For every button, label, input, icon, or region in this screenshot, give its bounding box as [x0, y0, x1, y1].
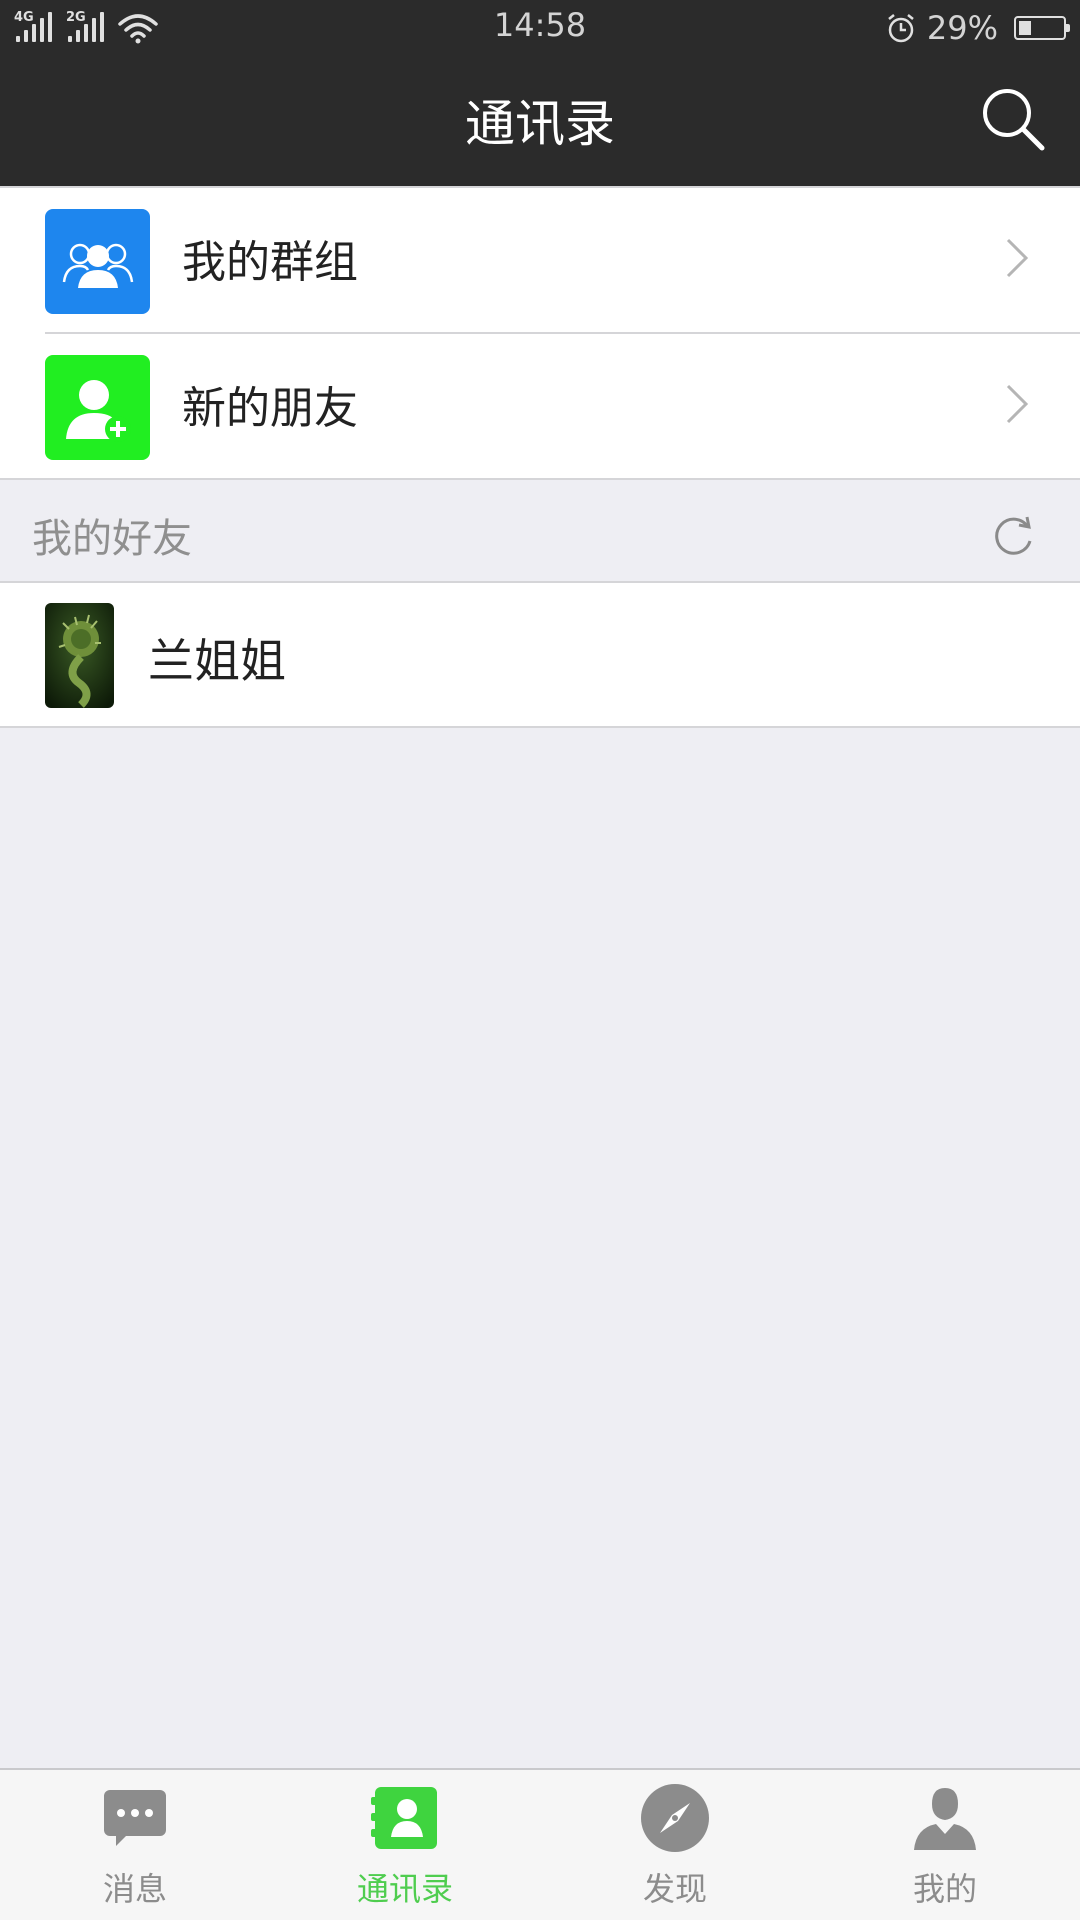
menu-item-label: 新的朋友	[182, 383, 358, 434]
friends-list: 兰姐姐	[0, 581, 1080, 728]
section-title: 我的好友	[32, 516, 192, 562]
group-icon	[45, 209, 150, 314]
tab-label: 发现	[642, 1870, 707, 1908]
status-bar: 4G 2G 14:58 29%	[0, 0, 1080, 54]
friend-name: 兰姐姐	[148, 634, 286, 688]
title-bar: 通讯录	[0, 54, 1080, 186]
battery-percent: 29%	[926, 9, 998, 47]
tab-discover[interactable]: 发现	[540, 1770, 810, 1920]
contacts-icon	[369, 1782, 441, 1854]
friends-section-header: 我的好友	[0, 483, 1080, 581]
chat-bubble-icon	[99, 1782, 171, 1854]
menu-item-label: 我的群组	[182, 237, 358, 288]
profile-icon	[909, 1782, 981, 1854]
alarm-icon	[888, 14, 914, 43]
tab-me[interactable]: 我的	[810, 1770, 1080, 1920]
refresh-button[interactable]	[988, 511, 1038, 561]
battery-level-fill	[1019, 21, 1031, 35]
menu-list: 我的群组 新的朋友	[0, 186, 1080, 480]
battery-icon	[1014, 16, 1070, 40]
tab-label: 通讯录	[356, 1870, 453, 1908]
tab-contacts[interactable]: 通讯录	[270, 1770, 540, 1920]
search-icon	[983, 89, 1045, 151]
menu-item-my-groups[interactable]: 我的群组	[0, 186, 1080, 332]
page-title: 通讯录	[465, 95, 615, 153]
tab-label: 我的	[912, 1870, 977, 1908]
bottom-tab-bar: 消息 通讯录 发现 我的	[0, 1768, 1080, 1920]
chevron-right-icon	[1006, 238, 1029, 278]
tab-label: 消息	[102, 1870, 167, 1908]
refresh-icon	[995, 516, 1032, 555]
compass-icon	[639, 1782, 711, 1854]
contacts-screen: 4G 2G 14:58 29% 通讯录 我的群组 新的朋友 我的好友 兰姐姐 消…	[0, 0, 1080, 1920]
chevron-right-icon	[1006, 384, 1029, 424]
tab-messages[interactable]: 消息	[0, 1770, 270, 1920]
friend-avatar	[45, 603, 114, 708]
menu-item-new-friends[interactable]: 新的朋友	[0, 332, 1080, 478]
search-button[interactable]	[978, 84, 1050, 156]
friend-row[interactable]: 兰姐姐	[0, 581, 1080, 727]
status-right: 29%	[885, 8, 1070, 48]
add-friend-icon	[45, 355, 150, 460]
